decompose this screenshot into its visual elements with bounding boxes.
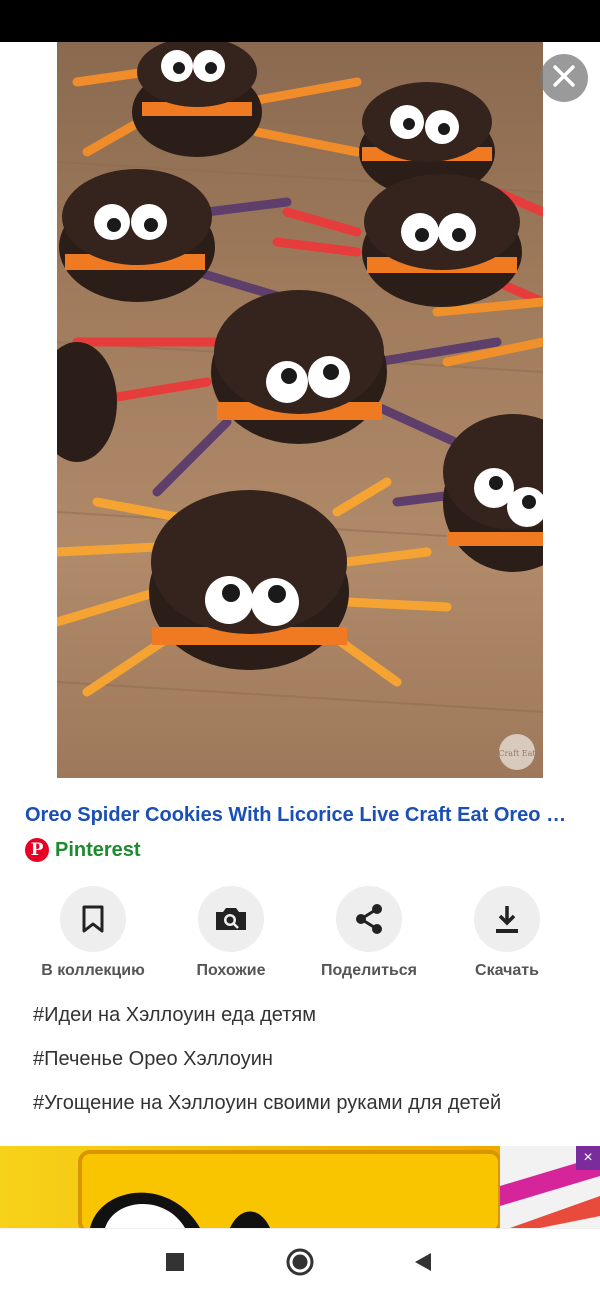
similar-label: Похожие: [196, 962, 266, 979]
recent-apps-button[interactable]: [160, 1249, 190, 1279]
share-button[interactable]: Поделиться: [299, 886, 439, 980]
download-label: Скачать: [475, 962, 539, 979]
add-to-collection-button[interactable]: В коллекцию: [23, 886, 163, 980]
ad-close-button[interactable]: ×: [576, 1146, 600, 1170]
square-icon: [165, 1252, 185, 1277]
similar-button[interactable]: Похожие: [161, 886, 301, 980]
back-triangle-icon: [413, 1251, 433, 1278]
download-button[interactable]: Скачать: [437, 886, 577, 980]
back-button[interactable]: [408, 1249, 438, 1279]
image-watermark: Craft Eat: [498, 749, 536, 758]
ad-banner[interactable]: ×: [0, 1146, 600, 1228]
tag-link[interactable]: #Угощение на Хэллоуин своими руками для …: [33, 1088, 501, 1132]
system-navigation-bar: [0, 1228, 600, 1300]
result-image[interactable]: Craft Eat: [57, 42, 543, 778]
source-name: Pinterest: [55, 838, 141, 861]
result-title[interactable]: Oreo Spider Cookies With Licorice Live C…: [25, 804, 577, 827]
share-label: Поделиться: [320, 962, 418, 979]
home-button[interactable]: [285, 1247, 315, 1282]
close-icon: [550, 62, 578, 95]
pinterest-logo-icon: P: [25, 838, 49, 862]
camera-search-icon: [198, 886, 264, 952]
status-bar: [0, 0, 600, 42]
tag-list: #Идеи на Хэллоуин еда детям #Печенье Оре…: [33, 1000, 501, 1132]
tag-link[interactable]: #Идеи на Хэллоуин еда детям: [33, 1000, 501, 1044]
action-bar: В коллекцию Похожие Поделиться Скачать: [0, 886, 600, 986]
share-icon: [336, 886, 402, 952]
download-icon: [474, 886, 540, 952]
result-source[interactable]: P Pinterest: [25, 837, 141, 863]
bookmark-icon: [60, 886, 126, 952]
add-to-collection-label: В коллекцию: [41, 962, 145, 979]
image-viewer: Craft Eat: [0, 42, 600, 778]
tag-link[interactable]: #Печенье Орео Хэллоуин: [33, 1044, 501, 1088]
close-button[interactable]: [540, 54, 588, 102]
close-icon: ×: [583, 1149, 593, 1166]
home-circle-icon: [285, 1247, 315, 1282]
